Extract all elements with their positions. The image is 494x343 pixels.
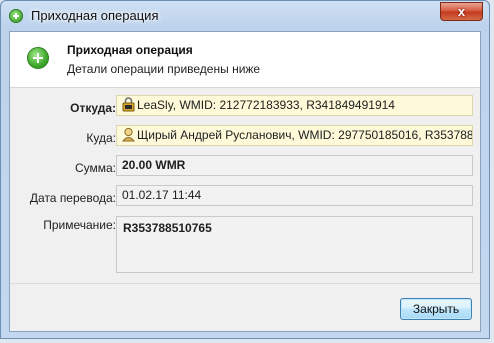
amount-label: Сумма: xyxy=(74,161,116,175)
amount-field[interactable]: 20.00 WMR xyxy=(116,155,473,176)
dialog-client-area: Приходная операция Детали операции приве… xyxy=(9,31,481,332)
close-icon: x xyxy=(457,4,466,19)
add-circle-icon xyxy=(9,9,23,23)
header-subtitle: Детали операции приведены ниже xyxy=(67,62,261,76)
date-field[interactable]: 01.02.17 11:44 xyxy=(116,185,473,206)
header-title: Приходная операция xyxy=(67,43,193,57)
header-panel: Приходная операция Детали операции приве… xyxy=(10,32,480,88)
date-label: Дата перевода: xyxy=(29,191,116,205)
window-title: Приходная операция xyxy=(31,8,159,23)
from-label: Откуда: xyxy=(70,101,116,115)
footer-divider xyxy=(10,283,480,284)
note-label: Примечание: xyxy=(43,218,116,232)
to-value: Щирый Андрей Русланович, WMID: 297750185… xyxy=(137,128,473,142)
add-circle-icon xyxy=(27,47,49,69)
to-field[interactable]: Щирый Андрей Русланович, WMID: 297750185… xyxy=(116,125,473,146)
from-field[interactable]: LeaSly, WMID: 212772183933, R34184949191… xyxy=(116,95,473,116)
dialog-window: Приходная операция x Приходная операция … xyxy=(0,0,490,339)
note-field[interactable]: R353788510765 xyxy=(116,216,473,273)
from-value: LeaSly, WMID: 212772183933, R34184949191… xyxy=(137,98,395,112)
lock-icon xyxy=(122,97,135,112)
title-bar[interactable]: Приходная операция x xyxy=(1,1,489,31)
window-close-button[interactable]: x xyxy=(440,2,483,21)
user-icon xyxy=(122,127,135,142)
close-button[interactable]: Закрыть xyxy=(400,298,472,320)
to-label: Куда: xyxy=(86,131,116,145)
